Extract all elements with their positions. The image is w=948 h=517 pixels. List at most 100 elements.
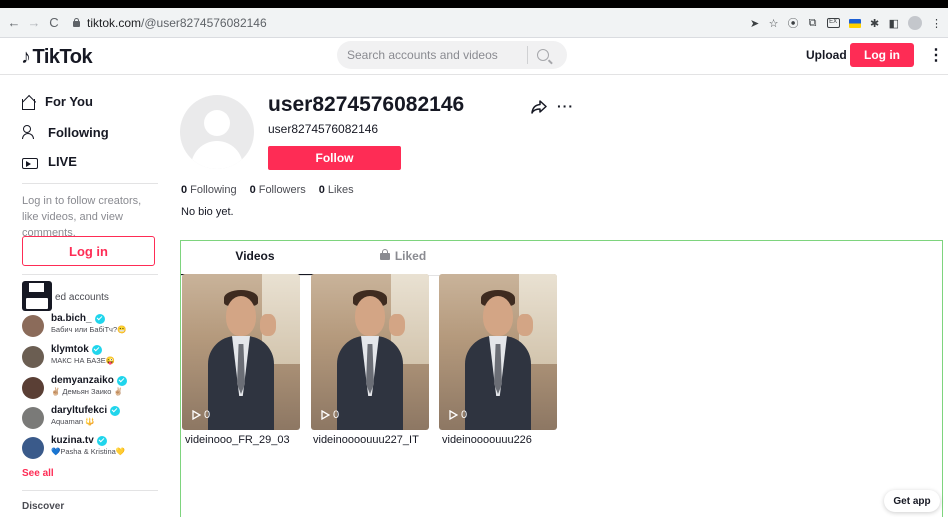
view-count: 0	[321, 409, 339, 421]
cast-icon[interactable]: ➤	[750, 17, 760, 30]
follow-button[interactable]: Follow	[268, 146, 401, 170]
media-icon[interactable]: ⦿	[788, 15, 799, 31]
profile-avatar	[180, 95, 254, 169]
avatar	[22, 437, 44, 459]
video-thumbnail[interactable]: 0	[311, 274, 429, 430]
suggested-account[interactable]: kuzina.tv 💙Pasha & Kristina💛	[22, 435, 125, 459]
puzzle-icon[interactable]: ✱	[870, 17, 880, 30]
search-separator	[527, 46, 528, 64]
extension-icon[interactable]: ⧉	[808, 17, 818, 30]
sidebar-login-button[interactable]: Log in	[22, 236, 155, 266]
avatar	[22, 407, 44, 429]
share-icon[interactable]	[531, 100, 547, 114]
suggested-account[interactable]: klymtok МАКС НА БАЗЕ😜	[22, 344, 115, 368]
get-app-button[interactable]: Get app	[884, 490, 940, 512]
video-caption[interactable]: videinoooouuu227_IT	[313, 434, 438, 446]
suggested-account[interactable]: daryltufekci Aquaman 🔱	[22, 405, 121, 429]
people-icon	[22, 124, 38, 140]
tab-label: Liked	[394, 249, 427, 263]
thumbnail-face	[226, 296, 256, 336]
profile-subtitle: user8274576082146	[268, 122, 379, 136]
home-icon	[22, 99, 35, 110]
logo-text: TikTok	[32, 46, 93, 68]
window-top-edge	[0, 0, 948, 8]
profile-bio: No bio yet.	[181, 206, 234, 218]
menu-icon[interactable]: ⋮	[931, 17, 942, 30]
account-subtitle: МАКС НА БАЗЕ😜	[51, 356, 116, 365]
play-icon	[449, 410, 458, 420]
thumbnail-hand	[389, 314, 405, 336]
account-subtitle: Бабич или БабіТч?😬	[51, 325, 127, 334]
login-prompt-text: Log in to follow creators, like videos, …	[22, 195, 142, 239]
view-count-value: 0	[204, 409, 211, 421]
sidebar-item-label: For You	[45, 94, 93, 109]
lock-icon	[379, 249, 390, 260]
verified-badge-icon	[91, 344, 102, 355]
sidepanel-icon[interactable]: ◧	[889, 17, 899, 30]
following-stat[interactable]: 0 Following	[181, 184, 237, 196]
likes-count: 0	[318, 184, 325, 196]
more-dots-icon[interactable]: ···	[557, 98, 574, 114]
suggested-account[interactable]: demyanzaiko ✌🏼 Демьян Заико ✌🏼	[22, 375, 127, 399]
search-input[interactable]	[337, 48, 527, 62]
profile-stats: 0 Following 0 Followers 0 Likes	[181, 184, 362, 196]
thumbnail-hand	[260, 314, 276, 336]
avatar-head-shape	[204, 110, 230, 136]
verified-badge-icon	[94, 313, 105, 324]
tab-liked[interactable]: Liked	[329, 249, 477, 268]
followers-stat[interactable]: 0 Followers	[250, 184, 306, 196]
lock-icon[interactable]	[72, 18, 81, 27]
star-icon[interactable]: ☆	[769, 17, 779, 30]
sidebar: For You Following LIVE Log in to follow …	[0, 76, 168, 517]
video-caption[interactable]: videinooo_FR_29_03	[185, 434, 310, 446]
following-count: 0	[181, 184, 188, 196]
account-name: klymtok	[51, 344, 89, 355]
view-count-value: 0	[461, 409, 468, 421]
thumbnail-hand	[517, 314, 533, 336]
profile-title: user8274576082146	[268, 93, 465, 116]
discover-heading: Discover	[22, 501, 65, 512]
account-name: kuzina.tv	[51, 435, 94, 446]
followers-count: 0	[249, 184, 256, 196]
search-icon[interactable]	[537, 49, 549, 61]
tiktok-logo[interactable]: ♪ TikTok	[21, 46, 93, 69]
account-subtitle: Aquaman 🔱	[51, 417, 95, 426]
reload-icon[interactable]: C	[44, 15, 64, 30]
sidebar-item-label: LIVE	[48, 154, 77, 169]
sidebar-item-following[interactable]: Following	[22, 124, 109, 140]
suggested-account[interactable]: ba.bich_ Бабич или БабіТч?😬	[22, 313, 126, 337]
sidebar-item-for-you[interactable]: For You	[22, 94, 93, 110]
see-all-link[interactable]: See all	[22, 468, 54, 479]
video-caption[interactable]: videinoooouuu226	[442, 434, 567, 446]
sidebar-divider	[22, 490, 158, 491]
play-icon	[321, 410, 330, 420]
verified-badge-icon	[116, 375, 127, 386]
video-thumbnail[interactable]: 0	[182, 274, 300, 430]
flag-icon[interactable]	[848, 18, 861, 28]
video-thumbnail[interactable]: 0	[439, 274, 557, 430]
header-login-button[interactable]: Log in	[850, 43, 914, 67]
forward-icon[interactable]: →	[24, 15, 44, 30]
tab-label: Videos	[235, 249, 275, 263]
suggested-accounts-heading: ed accounts	[55, 292, 109, 303]
sidebar-divider	[22, 274, 158, 275]
sidebar-item-live[interactable]: LIVE	[22, 154, 77, 169]
account-name: ba.bich_	[51, 313, 92, 324]
sidebar-divider	[22, 183, 158, 184]
address-bar[interactable]: tiktok.com/@user8274576082146	[72, 13, 267, 33]
back-icon[interactable]: ←	[4, 15, 24, 30]
account-subtitle: 💙Pasha & Kristina💛	[51, 447, 126, 456]
more-options-icon[interactable]: ⋮	[928, 45, 944, 65]
verified-badge-icon	[110, 405, 121, 416]
upload-link[interactable]: Upload	[806, 48, 847, 62]
tab-videos[interactable]: Videos	[181, 249, 329, 276]
followers-label: Followers	[258, 184, 306, 196]
profile-icon[interactable]	[908, 16, 922, 30]
account-name: daryltufekci	[51, 405, 108, 416]
extension-square-icon[interactable]: EX	[826, 18, 840, 28]
thumbnail-face	[355, 296, 385, 336]
verified-badge-icon	[96, 435, 107, 446]
account-subtitle: ✌🏼 Демьян Заико ✌🏼	[51, 387, 123, 396]
following-label: Following	[190, 184, 237, 196]
view-count: 0	[449, 409, 467, 421]
